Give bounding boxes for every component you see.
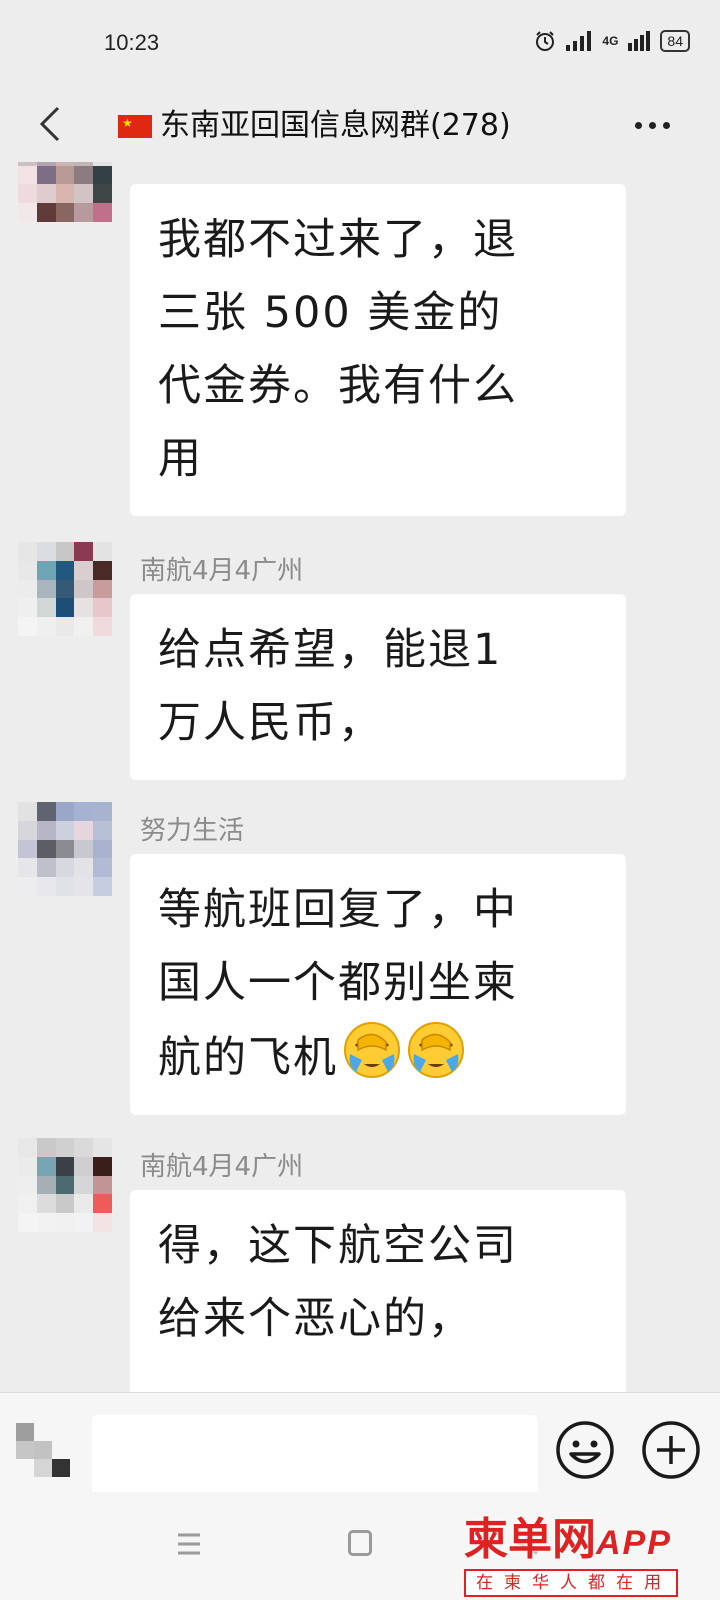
status-time: 10:23: [104, 30, 160, 55]
message-bubble[interactable]: 得，这下航空公司 给来个恶心的，: [130, 1190, 626, 1392]
avatar[interactable]: [18, 542, 112, 636]
avatar[interactable]: [18, 1138, 112, 1232]
message-line: 代金券。我有什么: [158, 361, 518, 411]
message-line: 等航班回复了，中: [158, 885, 518, 935]
message-bubble[interactable]: 等航班回复了，中 国人一个都别坐柬 航的飞机: [130, 854, 626, 1115]
message-line: 用: [158, 434, 203, 484]
network-type: 4G: [602, 34, 619, 48]
chat-title-area[interactable]: ★ 东南亚回国信息网群(278): [118, 102, 588, 150]
signal-icon-2: [628, 31, 651, 51]
message-input[interactable]: [92, 1415, 538, 1497]
battery-indicator: 84: [660, 30, 690, 52]
home-icon[interactable]: [348, 1530, 372, 1556]
face-palm-crying-emoji-icon: [408, 1022, 464, 1078]
message-line: 万人民币，: [158, 698, 383, 748]
watermark-logo: 柬单网APP 在柬华人都在用: [464, 1514, 714, 1597]
chat-title: 东南亚回国信息网群(278): [160, 108, 511, 143]
avatar[interactable]: [18, 802, 112, 896]
message-line-text: 航的飞机: [158, 1033, 338, 1083]
message-line: 得，这下航空公司: [158, 1221, 518, 1271]
watermark-app: APP: [596, 1524, 672, 1562]
face-palm-crying-emoji-icon: [344, 1022, 400, 1078]
message-line: 航的飞机: [158, 1020, 598, 1095]
signal-icon: [566, 31, 592, 51]
more-dot: [662, 121, 670, 129]
message-bubble[interactable]: 我都不过来了，退 三张 500 美金的 代金券。我有什么 用: [130, 184, 626, 516]
message-line: 给来个恶心的，: [158, 1294, 473, 1344]
watermark-brand: 柬单网: [464, 1514, 596, 1565]
sender-name: 南航4月4广州: [140, 556, 304, 586]
message-line: 给点希望，能退1: [158, 625, 503, 675]
input-bar: [0, 1392, 720, 1497]
sender-name: 南航4月4广州: [140, 1152, 304, 1182]
more-dot: [634, 121, 642, 129]
status-bar: 10:23 4G 84: [0, 0, 720, 90]
smiley-icon[interactable]: [554, 1419, 616, 1481]
message-line: 我都不过来了，退: [158, 215, 518, 265]
back-button[interactable]: [22, 96, 78, 152]
status-icons: 4G 84: [534, 30, 690, 52]
voice-mode-icon[interactable]: [16, 1423, 74, 1481]
more-button[interactable]: [622, 100, 682, 150]
message-bubble[interactable]: 给点希望，能退1 万人民币，: [130, 594, 626, 780]
avatar[interactable]: [18, 162, 112, 222]
sender-name: 努力生活: [140, 816, 245, 846]
message-line: 国人一个都别坐柬: [158, 958, 518, 1008]
menu-icon[interactable]: [176, 1532, 202, 1556]
chat-header: ★ 东南亚回国信息网群(278): [0, 90, 720, 162]
chat-message-list[interactable]: 我都不过来了，退 三张 500 美金的 代金券。我有什么 用 南航4月4广州 给…: [0, 162, 720, 1392]
china-flag-icon: ★: [118, 114, 152, 138]
chevron-left-icon: [39, 106, 60, 142]
message-line: 三张 500 美金的: [158, 288, 503, 338]
plus-circle-icon[interactable]: [640, 1419, 702, 1481]
alarm-icon: [536, 31, 555, 51]
more-dot: [648, 121, 656, 129]
watermark-slogan: 在柬华人都在用: [464, 1569, 678, 1597]
